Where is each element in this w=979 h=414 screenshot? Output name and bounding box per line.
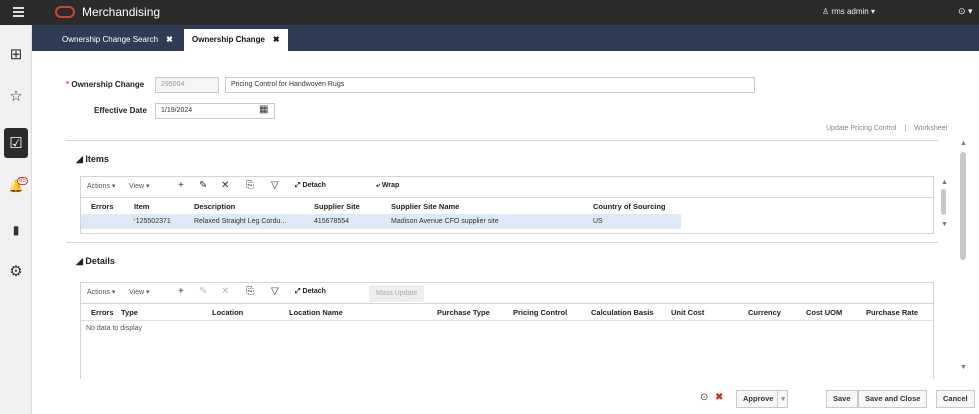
settings-icon[interactable]: ⚙ xyxy=(0,256,32,286)
notification-badge: 85 xyxy=(17,177,28,185)
user-menu[interactable]: ♙ rms admin ▾ xyxy=(822,7,875,16)
tab-ownership-change-search[interactable]: Ownership Change Search ✖ xyxy=(54,29,181,51)
worksheet-link[interactable]: Worksheet xyxy=(914,125,947,132)
column-header-country-of-sourcing[interactable]: Country of Sourcing xyxy=(593,202,666,211)
tasks-icon[interactable]: ☑ xyxy=(4,128,28,158)
no-data-message: No data to display xyxy=(86,325,143,332)
close-icon[interactable]: ✖ xyxy=(273,35,280,44)
table-row[interactable]: *125502371 Relaxed Straight Leg Cordu...… xyxy=(81,214,681,229)
required-marker: * xyxy=(66,80,70,89)
detach-button[interactable]: ⤢ Detach xyxy=(295,182,326,190)
wrap-button[interactable]: ⤶ Wrap xyxy=(376,182,399,190)
user-name: rms admin xyxy=(831,7,869,16)
details-grid: Errors Type Location Location Name Purch… xyxy=(80,304,934,379)
top-bar: Merchandising ♙ rms admin ▾ ⊙ ▾ xyxy=(0,0,979,25)
page-links: Update Pricing Control | Worksheet xyxy=(826,125,948,132)
user-icon: ♙ xyxy=(822,7,830,16)
column-header-description[interactable]: Description xyxy=(194,202,235,211)
supplier-site-name-cell: Madison Avenue CFO supplier site xyxy=(391,218,499,225)
help-icon[interactable]: ⊙ xyxy=(700,392,708,403)
details-toolbar: Actions ▾ View ▾ + ✎ ✕ ⎘ ▽ ⤢ Detach Mass… xyxy=(80,282,934,304)
delete-icon: ✕ xyxy=(221,286,230,297)
column-header-type[interactable]: Type xyxy=(121,308,138,317)
reject-icon[interactable]: ✖ xyxy=(715,392,723,403)
column-header-purchase-type[interactable]: Purchase Type xyxy=(437,308,490,317)
view-menu[interactable]: View ▾ xyxy=(129,182,150,190)
column-header-location[interactable]: Location xyxy=(212,308,243,317)
item-cell: *125502371 xyxy=(133,218,171,225)
approve-button[interactable]: Approve ▾ xyxy=(736,390,788,408)
actions-menu[interactable]: Actions ▾ xyxy=(87,182,115,190)
freeze-icon[interactable]: ⎘ xyxy=(246,180,254,191)
chevron-down-icon: ▾ xyxy=(870,7,875,16)
column-header-pricing-control[interactable]: Pricing Control xyxy=(513,308,567,317)
ownership-change-id-field: 295004 xyxy=(155,77,219,93)
detach-button[interactable]: ⤢ Detach xyxy=(295,288,326,296)
column-header-errors[interactable]: Errors xyxy=(91,202,114,211)
sidebar: ⊞ ☆ ☑ 🔔 85 ▮ ⚙ xyxy=(0,25,32,414)
reports-icon[interactable]: ▮ xyxy=(0,215,32,245)
column-header-unit-cost[interactable]: Unit Cost xyxy=(671,308,704,317)
column-header-supplier-site-name[interactable]: Supplier Site Name xyxy=(391,202,459,211)
scroll-down-icon[interactable]: ▼ xyxy=(941,221,948,228)
add-icon[interactable]: + xyxy=(178,180,184,191)
column-header-cost-uom[interactable]: Cost UOM xyxy=(806,308,842,317)
items-grid: Errors Item Description Supplier Site Su… xyxy=(80,198,934,234)
tab-label: Ownership Change xyxy=(192,35,265,44)
items-section: ◢ Items Actions ▾ View ▾ + ✎ ✕ ⎘ ▽ ⤢ Det… xyxy=(66,140,948,240)
actions-menu[interactable]: Actions ▾ xyxy=(87,288,115,296)
tab-bar: Ownership Change Search ✖ Ownership Chang… xyxy=(32,25,979,51)
filter-icon[interactable]: ▽ xyxy=(271,180,279,191)
edit-icon: ✎ xyxy=(199,286,208,297)
tab-label: Ownership Change Search xyxy=(62,35,159,44)
column-header-currency[interactable]: Currency xyxy=(748,308,781,317)
update-pricing-control-link[interactable]: Update Pricing Control xyxy=(826,125,896,132)
column-header-supplier-site[interactable]: Supplier Site xyxy=(314,202,360,211)
dashboard-icon[interactable]: ⊞ xyxy=(0,39,32,69)
items-section-title[interactable]: ◢ Items xyxy=(76,154,109,165)
mass-update-button: Mass Update xyxy=(369,285,425,302)
column-header-purchase-rate[interactable]: Purchase Rate xyxy=(866,308,918,317)
filter-icon[interactable]: ▽ xyxy=(271,286,279,297)
edit-icon[interactable]: ✎ xyxy=(199,180,207,191)
description-field[interactable]: Pricing Control for Handwoven Rugs xyxy=(225,77,755,93)
hamburger-icon[interactable] xyxy=(13,7,24,17)
details-section-title[interactable]: ◢ Details xyxy=(76,256,115,267)
help-menu-icon[interactable]: ⊙ ▾ xyxy=(958,6,973,17)
tab-ownership-change[interactable]: Ownership Change ✖ xyxy=(184,29,288,51)
notifications-icon[interactable]: 🔔 85 xyxy=(0,171,32,201)
column-header-item[interactable]: Item xyxy=(134,202,149,211)
save-and-close-button[interactable]: Save and Close xyxy=(858,390,928,408)
delete-icon[interactable]: ✕ xyxy=(221,180,229,191)
favorites-icon[interactable]: ☆ xyxy=(0,81,32,111)
column-header-calculation-basis[interactable]: Calculation Basis xyxy=(591,308,654,317)
country-cell: US xyxy=(593,218,603,225)
add-icon[interactable]: + xyxy=(178,286,184,297)
column-header-location-name[interactable]: Location Name xyxy=(289,308,343,317)
cancel-button[interactable]: Cancel xyxy=(936,390,975,408)
effective-date-field[interactable]: 1/19/2024 xyxy=(155,103,275,119)
freeze-icon[interactable]: ⎘ xyxy=(246,286,254,297)
ownership-change-label: * Ownership Change xyxy=(66,80,145,89)
app-title: Merchandising xyxy=(82,5,161,19)
calendar-icon[interactable]: ▦ xyxy=(259,104,268,115)
supplier-site-cell: 415678554 xyxy=(314,218,350,225)
items-toolbar: Actions ▾ View ▾ + ✎ ✕ ⎘ ▽ ⤢ Detach ⤶ Wr… xyxy=(80,176,934,198)
oracle-logo xyxy=(55,6,75,18)
page-scrollbar-thumb[interactable] xyxy=(960,152,966,260)
close-icon[interactable]: ✖ xyxy=(166,35,173,44)
details-section: ◢ Details Actions ▾ View ▾ + ✎ ✕ ⎘ ▽ ⤢ D… xyxy=(66,242,938,379)
scroll-up-icon[interactable]: ▲ xyxy=(941,179,948,186)
column-header-errors[interactable]: Errors xyxy=(91,308,114,317)
page-scroll-up-icon[interactable]: ▲ xyxy=(960,140,967,147)
chevron-down-icon[interactable]: ▾ xyxy=(777,391,785,407)
view-menu[interactable]: View ▾ xyxy=(129,288,150,296)
effective-date-label: Effective Date xyxy=(94,106,147,115)
save-button[interactable]: Save xyxy=(826,390,858,408)
items-scrollbar-thumb[interactable] xyxy=(941,189,946,215)
description-cell: Relaxed Straight Leg Cordu... xyxy=(194,218,287,225)
header-divider xyxy=(81,320,933,321)
page-scroll-down-icon[interactable]: ▼ xyxy=(960,364,967,371)
link-separator: | xyxy=(904,125,907,132)
